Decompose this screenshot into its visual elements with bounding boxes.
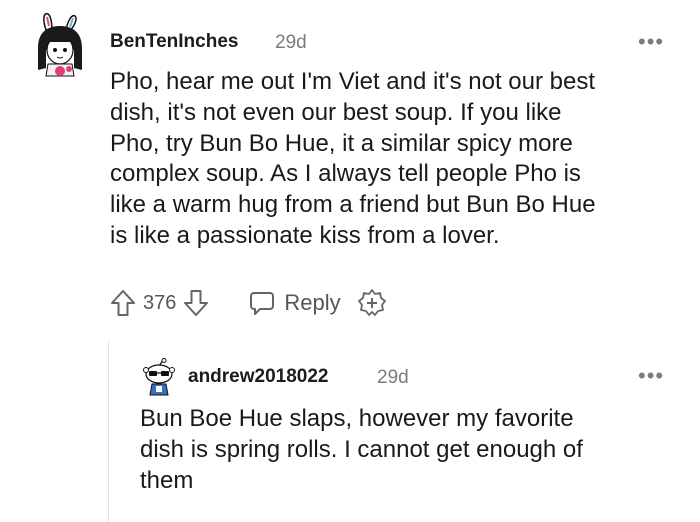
comment-line: Pho, try Bun Bo Hue, it a similar spicy … — [110, 129, 573, 157]
upvote-button[interactable] — [109, 288, 137, 318]
downvote-button[interactable] — [182, 288, 210, 318]
comment-body: Pho, hear me out I'm Viet and it's not o… — [110, 67, 596, 252]
reply-timestamp[interactable]: 29d — [377, 367, 409, 389]
reply-label: Reply — [284, 290, 341, 315]
comment-line: is like a passionate kiss from a lover. — [110, 221, 500, 249]
reply-more-options-button[interactable]: ••• — [638, 365, 664, 387]
arrow-up-outline-icon — [111, 290, 135, 316]
user-avatar[interactable] — [28, 10, 90, 82]
reply-line: dish is spring rolls. I cannot get enoug… — [140, 435, 583, 463]
reply-line: Bun Boe Hue slaps, however my favorite — [140, 405, 574, 432]
comment-actions: 376 Reply — [109, 286, 387, 320]
arrow-down-outline-icon — [184, 290, 209, 316]
comment-line: Pho, hear me out I'm Viet and it's not o… — [110, 68, 595, 95]
thread-line[interactable] — [108, 340, 109, 522]
reply-body: Bun Boe Hue slaps, however my favorite d… — [140, 404, 583, 496]
comment-line: like a warm hug from a friend but Bun Bo… — [110, 191, 596, 219]
comment-timestamp[interactable]: 29d — [275, 32, 307, 54]
comment-author[interactable]: BenTenInches — [110, 31, 238, 53]
award-plus-icon — [357, 289, 386, 316]
award-button[interactable] — [357, 288, 387, 318]
reply-author[interactable]: andrew2018022 — [188, 366, 329, 388]
vote-count: 376 — [143, 291, 177, 314]
comment-line: complex soup. As I always tell people Ph… — [110, 160, 581, 188]
reply-line: them — [140, 466, 194, 494]
comment-more-options-button[interactable]: ••• — [638, 31, 664, 53]
speech-bubble-icon — [250, 292, 275, 315]
comment-line: dish, it's not even our best soup. If yo… — [110, 98, 562, 126]
user-avatar[interactable] — [141, 358, 177, 398]
reply-button[interactable]: Reply — [248, 289, 341, 317]
